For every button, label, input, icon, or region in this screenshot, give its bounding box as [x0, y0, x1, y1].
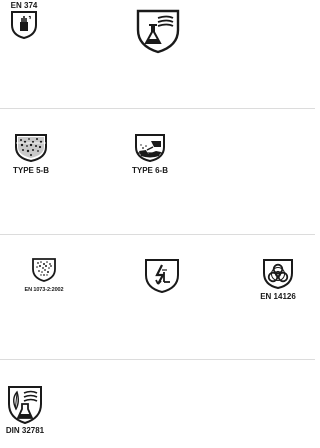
en-1073-pictogram: EN 1073-2:2002 — [3, 257, 85, 295]
din-32781-pictogram: DIN 32781 — [3, 385, 47, 435]
pesticide-shield-icon — [8, 386, 42, 425]
din-32781-label: DIN 32781 — [5, 426, 45, 435]
type-6-b-pictogram: TYPE 6-B — [122, 133, 178, 175]
type-5-b-pictogram: TYPE 5-B — [2, 133, 60, 175]
electrostatic-pictogram — [142, 258, 182, 294]
radioactive-particle-shield-icon — [32, 258, 56, 282]
row-divider — [0, 108, 315, 109]
chemical-glove-shield-icon — [11, 11, 37, 40]
liquid-splash-shield-icon — [135, 134, 165, 163]
biohazard-shield-icon — [263, 259, 293, 290]
row-divider — [0, 359, 315, 360]
chemical-flask-shield-icon — [136, 9, 180, 54]
type-6-b-label: TYPE 6-B — [131, 166, 168, 175]
en-1073-label: EN 1073-2:2002 — [24, 287, 64, 293]
en-14126-pictogram: EN 14126 — [253, 258, 303, 301]
en-374-label: EN 374 — [10, 1, 38, 10]
en-374-pictogram: EN 374 — [4, 1, 44, 40]
en-14126-label: EN 14126 — [260, 292, 296, 301]
electrostatic-shield-icon — [145, 259, 179, 294]
row-divider — [0, 234, 315, 235]
chemical-hazard-pictogram — [133, 8, 183, 54]
particle-protection-shield-icon — [15, 134, 47, 163]
type-5-b-label: TYPE 5-B — [12, 166, 49, 175]
